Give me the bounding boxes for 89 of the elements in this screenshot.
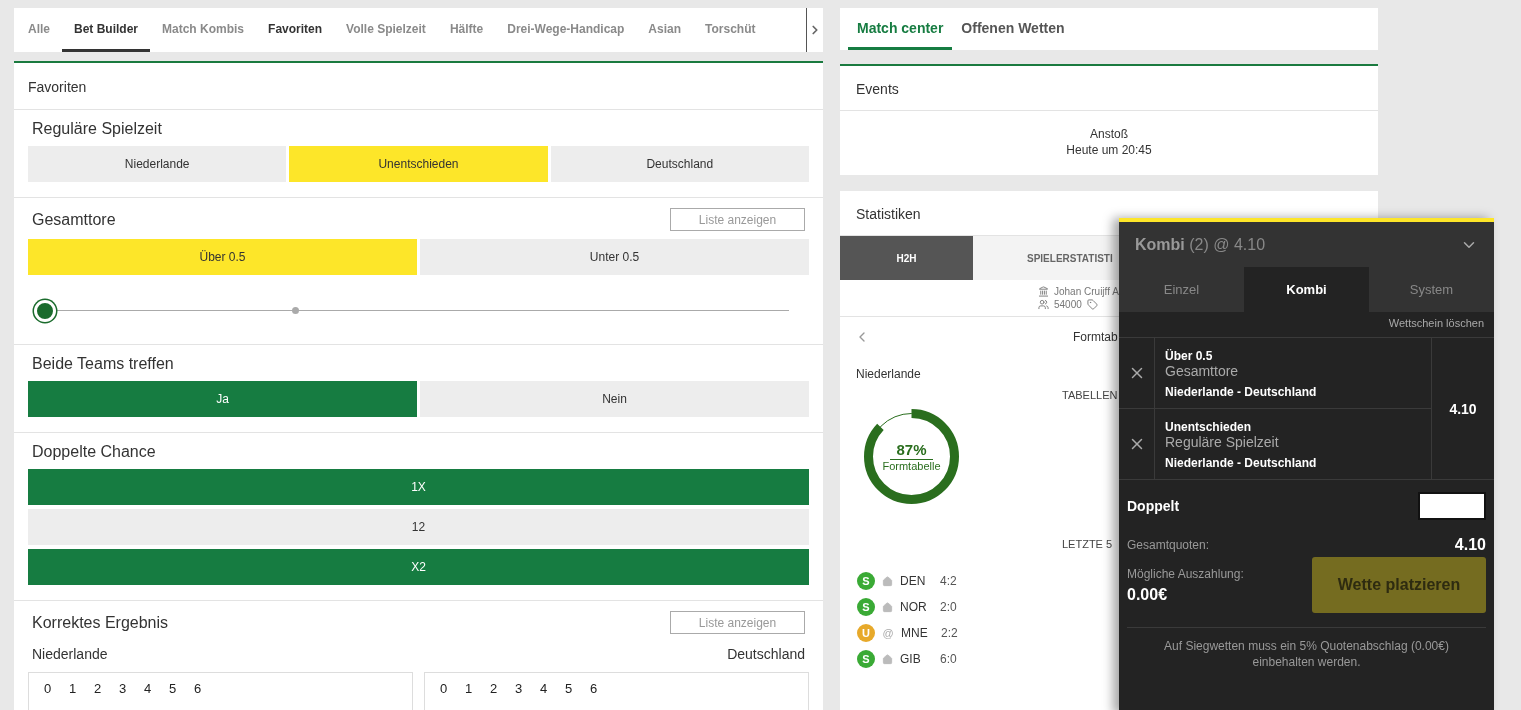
team-name: Niederlande	[856, 367, 921, 381]
result-badge: S	[857, 598, 875, 616]
odds-option-button[interactable]: Über 0.5	[28, 239, 417, 275]
goal-number[interactable]: 4	[135, 681, 160, 710]
team-name: Deutschland	[727, 646, 805, 662]
slider-tick	[292, 307, 299, 314]
odds-option-button[interactable]: X2	[28, 549, 809, 585]
market-title: Beide Teams treffen	[32, 355, 174, 373]
goal-number[interactable]: 5	[556, 681, 581, 710]
venue-name: Johan Cruijff A	[1054, 286, 1119, 297]
market-tab[interactable]: Drei-Wege-Handicap	[495, 8, 637, 52]
tag-icon	[1086, 299, 1098, 310]
section-title: Favoriten	[14, 63, 823, 110]
home-icon	[882, 601, 893, 613]
home-icon	[882, 575, 893, 587]
market-tab[interactable]: Favoriten	[256, 8, 335, 52]
goal-number[interactable]: 6	[185, 681, 210, 710]
opponent: MNE	[901, 626, 929, 640]
bet-market: Reguläre Spielzeit	[1165, 434, 1280, 450]
stake-label: Doppelt	[1127, 498, 1180, 514]
odds-option-button[interactable]: Unentschieden	[289, 146, 548, 182]
market-title: Doppelte Chance	[32, 443, 156, 461]
odds-option-button[interactable]: Ja	[28, 381, 417, 417]
form-label: Formtabelle	[882, 460, 941, 472]
bet-event: Niederlande - Deutschland	[1165, 456, 1317, 470]
result-badge: S	[857, 650, 875, 668]
payout-label: Mögliche Auszahlung:	[1127, 566, 1244, 581]
odds-option-button[interactable]: Deutschland	[550, 146, 809, 182]
stats-tab[interactable]: H2H	[840, 236, 973, 280]
slider-thumb[interactable]	[34, 300, 56, 322]
bet-event: Niederlande - Deutschland	[1165, 385, 1317, 399]
payout-value: 0.00€	[1127, 585, 1169, 604]
odds-option-button[interactable]: Nein	[420, 381, 809, 417]
table-heading: TABELLEN	[1062, 389, 1118, 401]
total-odds-label: Gesamtquoten:	[1127, 538, 1210, 552]
market-tab[interactable]: Bet Builder	[62, 8, 151, 52]
goal-number[interactable]: 1	[60, 681, 85, 710]
match-score: 2:0	[940, 600, 957, 614]
goal-number[interactable]: 5	[160, 681, 185, 710]
bet-selection: Unentschieden	[1165, 420, 1252, 434]
result-badge: S	[857, 572, 875, 590]
home-icon	[882, 653, 893, 665]
fee-note: Auf Siegwetten muss ein 5% Quotenabschlag (0.00€) einbehalten werden.	[1127, 627, 1486, 670]
bet-market: Gesamttore	[1165, 363, 1240, 379]
clear-betslip-link[interactable]: Wettschein löschen	[1378, 312, 1494, 337]
opponent: GIB	[900, 652, 922, 666]
match-score: 6:0	[940, 652, 957, 666]
kickoff-time: Heute um 20:45	[1065, 142, 1153, 158]
market-title: Korrektes Ergebnis	[32, 613, 169, 632]
combined-odds: 4.10	[1431, 338, 1494, 479]
panel-tab[interactable]: Offenen Wetten	[952, 8, 1074, 50]
goal-number[interactable]: 2	[85, 681, 110, 710]
betslip-title: Kombi (2) @ 4.10	[1135, 235, 1266, 254]
panel-tab[interactable]: Match center	[848, 8, 953, 50]
kickoff-label: Anstoß	[1089, 126, 1129, 142]
goal-number[interactable]: 4	[531, 681, 556, 710]
odds-option-button[interactable]: 1X	[28, 469, 809, 505]
total-odds: 4.10	[1454, 536, 1486, 554]
stake-input-field[interactable]	[1418, 492, 1486, 520]
market-title: Reguläre Spielzeit	[32, 120, 162, 138]
last-matches-heading: LETZTE 5	[1062, 538, 1113, 550]
opponent: DEN	[900, 574, 927, 588]
match-score: 2:2	[941, 626, 958, 640]
capacity: 54000	[1054, 299, 1082, 310]
opponent: NOR	[900, 600, 928, 614]
form-percent: 87%	[890, 441, 933, 460]
goal-slider[interactable]	[36, 299, 789, 323]
goal-number[interactable]: 3	[110, 681, 135, 710]
result-badge: U	[857, 624, 875, 642]
goal-number[interactable]: 3	[506, 681, 531, 710]
panel-title: Events	[840, 66, 1378, 111]
goal-number[interactable]: 2	[481, 681, 506, 710]
goal-number[interactable]: 6	[581, 681, 606, 710]
market-tab[interactable]: Volle Spielzeit	[334, 8, 438, 52]
goal-number[interactable]: 1	[456, 681, 481, 710]
match-score: 4:2	[940, 574, 957, 588]
odds-option-button[interactable]: Unter 0.5	[420, 239, 809, 275]
bet-selection: Über 0.5	[1165, 349, 1214, 363]
people-icon	[1038, 299, 1049, 310]
team-name: Niederlande	[32, 646, 108, 662]
odds-option-button[interactable]: Niederlande	[28, 146, 287, 182]
odds-option-button[interactable]: 12	[28, 509, 809, 545]
market-title: Gesamttore	[32, 210, 116, 229]
away-mark: @	[882, 627, 894, 639]
goal-number[interactable]: 0	[431, 681, 456, 710]
stadium-icon	[1038, 286, 1049, 297]
bet-type-tab[interactable]: Kombi	[1244, 267, 1369, 312]
goal-number[interactable]: 0	[35, 681, 60, 710]
nav-title: Formtab	[1073, 330, 1118, 344]
